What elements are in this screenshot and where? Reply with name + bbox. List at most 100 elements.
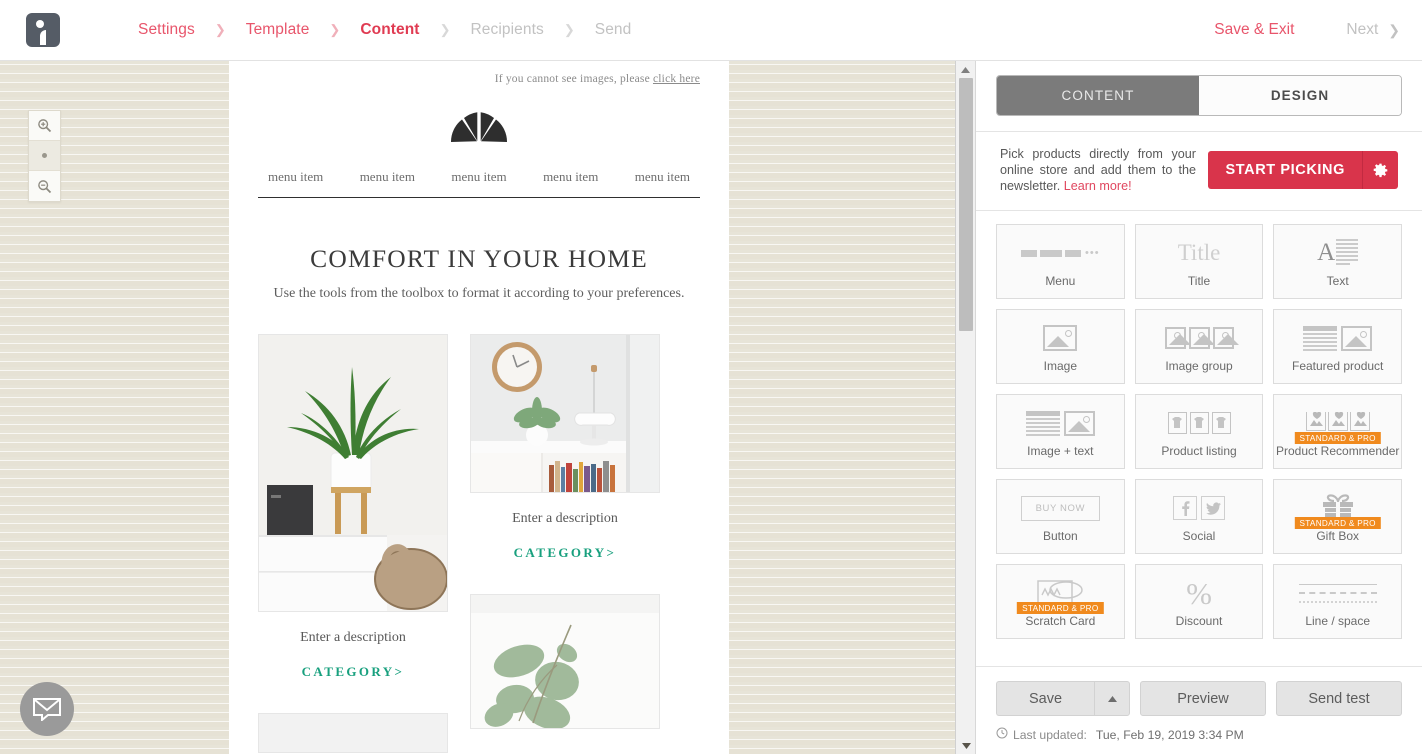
block-button[interactable]: BUY NOW Button — [996, 479, 1125, 555]
breadcrumb-separator: ❯ — [563, 22, 575, 37]
preview-button[interactable]: Preview — [1140, 681, 1266, 716]
product-recommender-icon: STANDARD & PRO — [1294, 405, 1381, 445]
blocks-row: Image + text Product listing STANDARD & … — [996, 394, 1403, 470]
scrollbar-thumb[interactable] — [959, 78, 973, 331]
scroll-down-arrow-icon[interactable] — [956, 737, 975, 754]
chat-support-button[interactable] — [20, 682, 74, 736]
save-and-exit-button[interactable]: Save & Exit — [1214, 21, 1294, 39]
block-label: Menu — [1045, 274, 1076, 289]
email-product-image[interactable] — [470, 334, 660, 493]
zoom-out-icon[interactable] — [29, 171, 60, 201]
email-product-category-link[interactable]: CATEGORY> — [258, 664, 448, 680]
breadcrumb-item-settings[interactable]: Settings — [138, 21, 195, 39]
brand-logo-icon[interactable] — [26, 13, 60, 47]
block-image-group[interactable]: Image group — [1134, 309, 1264, 385]
save-options-caret-icon[interactable] — [1094, 681, 1130, 716]
facebook-icon — [1173, 496, 1197, 521]
fan-logo-icon — [258, 109, 700, 143]
app-header: Settings ❯ Template ❯ Content ❯ Recipien… — [0, 0, 1422, 61]
block-text[interactable]: A Text — [1273, 224, 1403, 300]
email-menu-item[interactable]: menu item — [635, 169, 690, 185]
block-label: Social — [1182, 529, 1216, 544]
block-social[interactable]: Social — [1134, 479, 1264, 555]
zoom-reset-dot-icon[interactable] — [29, 141, 60, 171]
send-test-button[interactable]: Send test — [1276, 681, 1402, 716]
block-scratch-card[interactable]: STANDARD & PRO Scratch Card — [996, 564, 1125, 640]
next-label: Next — [1346, 21, 1379, 38]
block-title[interactable]: Title Title — [1134, 224, 1264, 300]
scratch-card-icon: STANDARD & PRO — [1017, 575, 1104, 615]
blocks-row: Image Image group Featured product — [996, 309, 1403, 385]
scroll-up-arrow-icon[interactable] — [956, 61, 975, 78]
email-menu-item[interactable]: menu item — [360, 169, 415, 185]
next-button[interactable]: Next ❯ — [1346, 21, 1400, 39]
block-label: Title — [1187, 274, 1211, 289]
gear-icon[interactable] — [1362, 151, 1398, 190]
plan-badge: STANDARD & PRO — [1017, 602, 1104, 615]
product-picker-text: Pick products directly from your online … — [1000, 146, 1196, 194]
social-icon — [1173, 490, 1225, 526]
block-label: Image — [1043, 359, 1078, 374]
start-picking-button[interactable]: START PICKING — [1208, 151, 1398, 190]
tab-design[interactable]: DESIGN — [1199, 76, 1401, 115]
block-image[interactable]: Image — [996, 309, 1125, 385]
block-menu[interactable]: ••• Menu — [996, 224, 1125, 300]
block-label: Featured product — [1291, 359, 1384, 374]
block-label: Button — [1042, 529, 1078, 544]
product-listing-icon — [1167, 405, 1231, 441]
blocks-row: BUY NOW Button Social STANDARD & PRO Gif… — [996, 479, 1403, 555]
blocks-row: ••• Menu Title Title A Text — [996, 224, 1403, 300]
email-headline[interactable]: COMFORT IN YOUR HOME — [258, 244, 700, 274]
block-label: Image + text — [1027, 444, 1094, 459]
block-label: Product listing — [1161, 444, 1237, 459]
block-label: Scratch Card — [1025, 614, 1096, 629]
email-product-description[interactable]: Enter a description — [258, 630, 448, 646]
panel-footer: Save Preview Send test Last updated: Tue… — [976, 666, 1422, 754]
zoom-in-icon[interactable] — [29, 111, 60, 141]
email-subheadline[interactable]: Use the tools from the toolbox to format… — [258, 286, 700, 302]
plan-badge: STANDARD & PRO — [1294, 517, 1381, 530]
email-menu-item[interactable]: menu item — [543, 169, 598, 185]
block-featured-product[interactable]: Featured product — [1273, 309, 1403, 385]
block-label: Product Recommender — [1275, 444, 1400, 459]
block-label: Text — [1326, 274, 1349, 289]
block-label: Gift Box — [1316, 529, 1360, 544]
breadcrumb-separator: ❯ — [439, 22, 451, 37]
email-product-image[interactable] — [258, 334, 448, 612]
block-image-text[interactable]: Image + text — [996, 394, 1125, 470]
block-product-recommender[interactable]: STANDARD & PRO Product Recommender — [1273, 394, 1403, 470]
block-product-listing[interactable]: Product listing — [1134, 394, 1264, 470]
save-button[interactable]: Save — [996, 681, 1094, 716]
breadcrumb-item-recipients[interactable]: Recipients — [470, 21, 543, 39]
learn-more-link[interactable]: Learn more! — [1064, 179, 1132, 193]
breadcrumb-item-send[interactable]: Send — [595, 21, 632, 39]
breadcrumb-item-content[interactable]: Content — [360, 21, 419, 39]
breadcrumb-item-template[interactable]: Template — [246, 21, 310, 39]
header-actions: Save & Exit Next ❯ — [1214, 21, 1400, 39]
email-menu-item[interactable]: menu item — [451, 169, 506, 185]
editor-side-panel: CONTENT DESIGN Pick products directly fr… — [975, 61, 1422, 754]
envelope-chat-icon — [33, 698, 61, 721]
email-document[interactable]: If you cannot see images, please click h… — [229, 61, 729, 754]
menu-blocks-icon: ••• — [1021, 235, 1100, 271]
block-gift-box[interactable]: STANDARD & PRO Gift Box — [1273, 479, 1403, 555]
email-product-description[interactable]: Enter a description — [470, 511, 660, 527]
email-product-category-link[interactable]: CATEGORY> — [470, 545, 660, 561]
start-picking-label: START PICKING — [1225, 162, 1345, 179]
email-product-image[interactable] — [470, 594, 660, 729]
text-icon: A — [1317, 235, 1359, 271]
preheader-link[interactable]: click here — [653, 73, 700, 85]
email-menu-row[interactable]: menu item menu item menu item menu item … — [258, 169, 700, 198]
breadcrumb-separator: ❯ — [329, 22, 341, 37]
email-menu-item[interactable]: menu item — [268, 169, 323, 185]
block-discount[interactable]: % Discount — [1134, 564, 1264, 640]
email-placeholder-block[interactable] — [258, 713, 448, 753]
last-updated-value: Tue, Feb 19, 2019 3:34 PM — [1095, 727, 1244, 742]
image-icon — [1043, 320, 1078, 356]
block-line-space[interactable]: Line / space — [1273, 564, 1403, 640]
canvas-scrollbar[interactable] — [955, 61, 975, 754]
blocks-row: STANDARD & PRO Scratch Card % Discount L… — [996, 564, 1403, 640]
tab-content[interactable]: CONTENT — [997, 76, 1199, 115]
button-icon: BUY NOW — [1020, 490, 1101, 526]
preheader-label: If you cannot see images, please — [494, 73, 653, 85]
